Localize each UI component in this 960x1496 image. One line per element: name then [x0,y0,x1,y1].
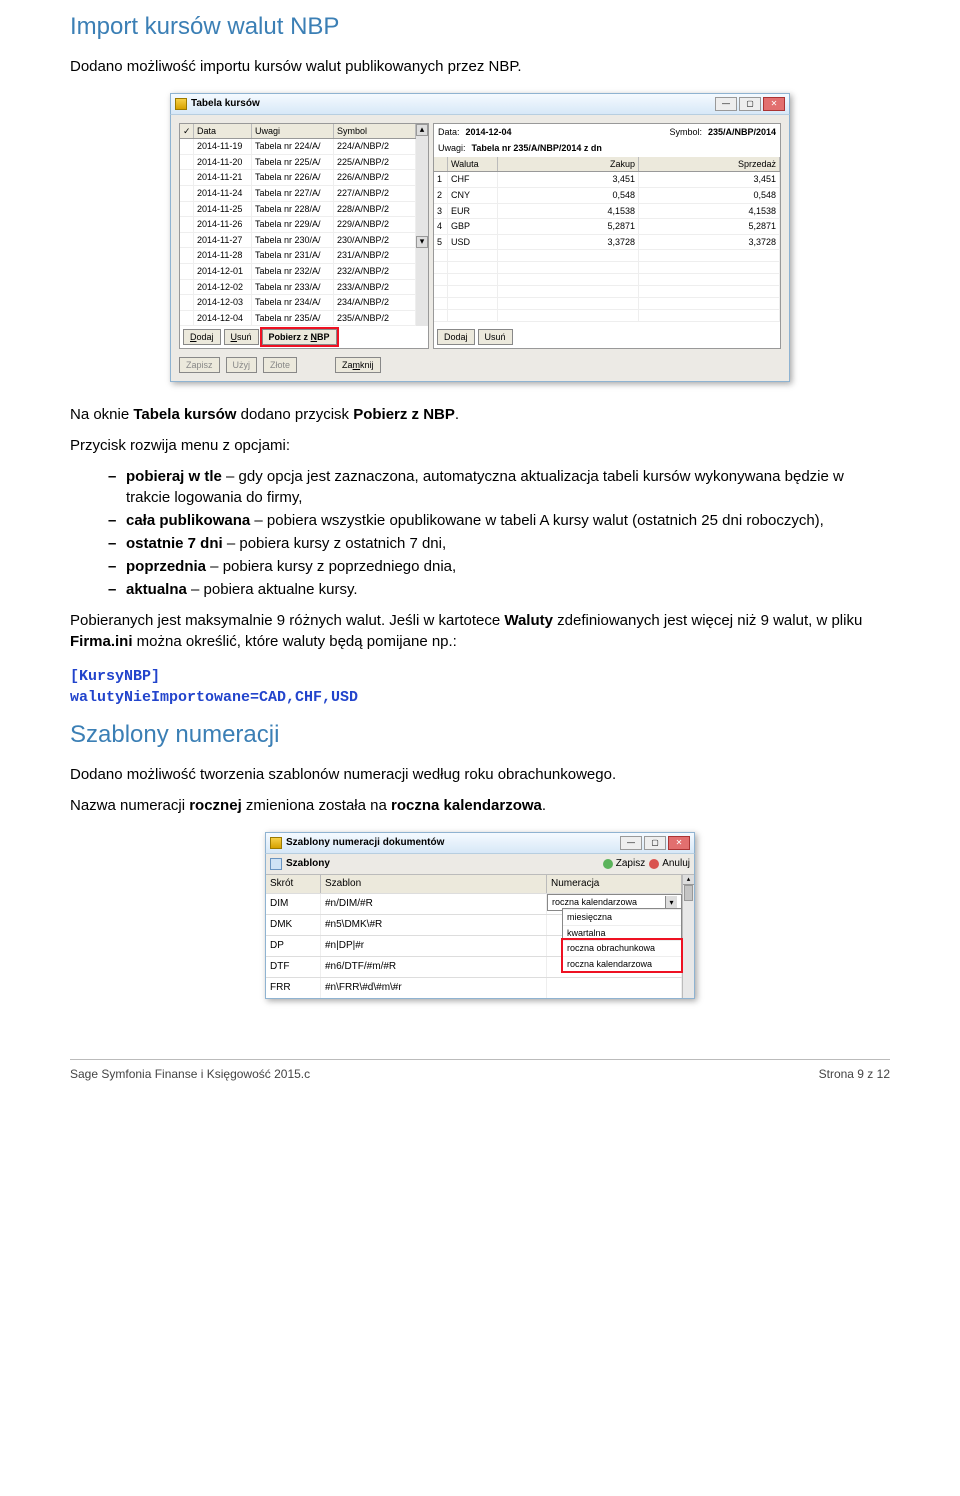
screenshot-tabela-kursow: Tabela kursów — ▢ ✕ ✓ Data Uwagi [70,93,890,383]
check-icon [603,859,613,869]
table-row[interactable]: 2014-11-26Tabela nr 229/A/229/A/NBP/2 [180,217,416,233]
footer-right: Strona 9 z 12 [819,1066,890,1083]
right-usun-button[interactable]: Usuń [478,329,513,345]
zamknij-button[interactable]: Zamknij [335,357,381,373]
window-icon [270,837,282,849]
document-icon [270,858,282,870]
table-row[interactable]: 2014-11-20Tabela nr 225/A/225/A/NBP/2 [180,155,416,171]
maximize-button[interactable]: ▢ [739,97,761,111]
intro-paragraph: Dodano możliwość importu kursów walut pu… [70,56,890,77]
table-row[interactable]: 2014-11-19Tabela nr 224/A/224/A/NBP/2 [180,139,416,155]
zlote-button[interactable]: Złote [263,357,297,373]
table-row[interactable]: 2014-11-21Tabela nr 226/A/226/A/NBP/2 [180,170,416,186]
left-scrollbar[interactable]: ▴ ▾ [416,124,428,327]
list-item: poprzednia – pobiera kursy z poprzednieg… [108,556,890,577]
window-icon [175,98,187,110]
table-row[interactable]: FRR#n\FRR\#d\#m\#r [266,977,682,998]
window-title: Tabela kursów [191,97,715,111]
toolbar-zapisz-button[interactable]: Zapisz [603,857,645,871]
dropdown-option[interactable]: miesięczna [563,909,681,925]
list-item: aktualna – pobiera aktualne kursy. [108,579,890,600]
table-row[interactable]: 2014-11-24Tabela nr 227/A/227/A/NBP/2 [180,186,416,202]
titlebar: Szablony numeracji dokumentów — ▢ ✕ [265,832,695,854]
dropdown-list: miesięcznakwartalnaroczna obrachunkowaro… [562,908,682,972]
left-usun-button[interactable]: Usuń [224,329,259,345]
left-dodaj-button[interactable]: Dodaj [183,329,221,345]
close-button[interactable]: ✕ [763,97,785,111]
page-footer: Sage Symfonia Finanse i Księgowość 2015.… [70,1059,890,1083]
table-row[interactable]: 2014-12-01Tabela nr 232/A/232/A/NBP/2 [180,264,416,280]
cancel-icon [649,859,659,869]
dropdown-option[interactable]: roczna obrachunkowa [563,940,681,956]
options-list: pobieraj w tle – gdy opcja jest zaznaczo… [70,466,890,600]
grid-scrollbar[interactable]: ▴ [682,875,694,998]
table-row[interactable]: 2014-11-25Tabela nr 228/A/228/A/NBP/2 [180,202,416,218]
window-title: Szablony numeracji dokumentów [286,836,620,850]
right-table-body: 1CHF3,4513,4512CNY0,5480,5483EUR4,15384,… [434,172,780,322]
table-row[interactable]: 2014-11-28Tabela nr 231/A/231/A/NBP/2 [180,248,416,264]
right-pane: Data: 2014-12-04 Symbol: 235/A/NBP/2014 … [433,123,781,350]
table-row [434,250,780,262]
paragraph-szablony: Dodano możliwość tworzenia szablonów num… [70,764,890,785]
table-row[interactable]: 3EUR4,15384,1538 [434,204,780,220]
szablony-grid: Skrót Szablon Numeracja DIM#n/DIM/#Rrocz… [266,875,682,998]
table-row [434,286,780,298]
toolbar-anuluj-button[interactable]: Anuluj [649,857,690,871]
zapisz-button[interactable]: Zapisz [179,357,220,373]
maximize-button[interactable]: ▢ [644,836,666,850]
list-item: pobieraj w tle – gdy opcja jest zaznaczo… [108,466,890,508]
paragraph-menu-opcje: Przycisk rozwija menu z opcjami: [70,435,890,456]
paragraph-nazwa-numeracji: Nazwa numeracji rocznej zmieniona został… [70,795,890,816]
table-row[interactable]: 2CNY0,5480,548 [434,188,780,204]
table-row[interactable]: DIM#n/DIM/#Rroczna kalendarzowa▾miesięcz… [266,893,682,914]
table-row[interactable]: 2014-11-27Tabela nr 230/A/230/A/NBP/2 [180,233,416,249]
table-row[interactable]: 4GBP5,28715,2871 [434,219,780,235]
heading-import-kursow: Import kursów walut NBP [70,10,890,44]
right-dodaj-button[interactable]: Dodaj [437,329,475,345]
minimize-button[interactable]: — [620,836,642,850]
close-button[interactable]: ✕ [668,836,690,850]
toolbar-title: Szablony [286,857,330,871]
uzyj-button[interactable]: Użyj [226,357,258,373]
screenshot-szablony: Szablony numeracji dokumentów — ▢ ✕ Szab… [70,832,890,999]
left-pane: ✓ Data Uwagi Symbol 2014-11-19Tabela nr … [179,123,429,350]
table-row[interactable]: 2014-12-03Tabela nr 234/A/234/A/NBP/2 [180,295,416,311]
table-row [434,310,780,322]
right-table-header: Waluta Zakup Sprzedaż [434,157,780,173]
toolbar: Szablony Zapisz Anuluj [266,854,694,875]
list-item: ostatnie 7 dni – pobiera kursy z ostatni… [108,533,890,554]
chevron-down-icon: ▾ [665,896,677,908]
table-row[interactable]: 2014-12-02Tabela nr 233/A/233/A/NBP/2 [180,280,416,296]
heading-szablony: Szablony numeracji [70,718,890,752]
dropdown-option[interactable]: roczna kalendarzowa [563,956,681,972]
table-row [434,274,780,286]
table-row [434,298,780,310]
list-item: cała publikowana – pobiera wszystkie opu… [108,510,890,531]
grid-header: Skrót Szablon Numeracja [266,875,682,893]
paragraph-okno-tabela: Na oknie Tabela kursów dodano przycisk P… [70,404,890,425]
pobierz-z-nbp-button[interactable]: Pobierz z NBP [262,329,337,345]
paragraph-pobieranych: Pobieranych jest maksymalnie 9 różnych w… [70,610,890,652]
table-row[interactable]: 5USD3,37283,3728 [434,235,780,251]
window-tabela-kursow: Tabela kursów — ▢ ✕ ✓ Data Uwagi [170,93,790,383]
minimize-button[interactable]: — [715,97,737,111]
titlebar: Tabela kursów — ▢ ✕ [170,93,790,115]
footer-left: Sage Symfonia Finanse i Księgowość 2015.… [70,1066,310,1083]
left-table-header: ✓ Data Uwagi Symbol [180,124,416,140]
code-block-kursynbp: [KursyNBP] walutyNieImportowane=CAD,CHF,… [70,666,890,708]
table-row[interactable]: 2014-12-04Tabela nr 235/A/235/A/NBP/2 [180,311,416,327]
window-szablony: Szablony numeracji dokumentów — ▢ ✕ Szab… [265,832,695,999]
table-row [434,262,780,274]
table-row[interactable]: 1CHF3,4513,451 [434,172,780,188]
dropdown-option[interactable]: kwartalna [563,925,681,941]
window-footer-buttons: Zapisz Użyj Złote Zamknij [175,353,785,377]
left-table-body: 2014-11-19Tabela nr 224/A/224/A/NBP/2201… [180,139,416,326]
